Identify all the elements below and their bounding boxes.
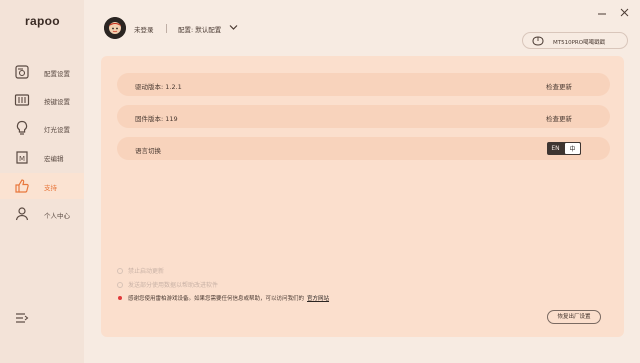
- svg-text:M: M: [19, 155, 25, 163]
- firmware-check-update-link[interactable]: 检查更新: [546, 113, 572, 123]
- minimize-icon[interactable]: [598, 11, 606, 17]
- sidebar-item-label: 支持: [44, 184, 57, 192]
- avatar-image: [104, 17, 126, 39]
- lang-option-en[interactable]: EN: [547, 142, 564, 155]
- sidebar-item-personal-center[interactable]: 个人中心: [0, 201, 84, 227]
- lang-option-zh[interactable]: 中: [564, 142, 581, 155]
- mouse-device-icon: [532, 36, 544, 46]
- sidebar-item-label: 灯光设置: [44, 126, 70, 134]
- disable-autoupdate-label: 禁止启动更新: [128, 268, 165, 275]
- driver-check-update-link[interactable]: 检查更新: [546, 81, 572, 91]
- avatar[interactable]: [104, 17, 126, 39]
- language-toggle[interactable]: EN 中: [547, 142, 581, 155]
- sidebar: rapoo 配置设置 按键设置 灯光设置 M 宏编辑 支持 个人中心: [0, 0, 84, 363]
- macro-edit-icon: M: [16, 151, 28, 164]
- config-selector-label[interactable]: 配置: 默认配置: [178, 24, 221, 34]
- login-status[interactable]: 未登录: [134, 24, 154, 34]
- support-panel: 驱动版本: 1.2.1 检查更新 固件版本: 119 检查更新 语言切换 EN …: [101, 56, 624, 337]
- thumbs-up-icon: [15, 179, 29, 193]
- disable-autoupdate-option[interactable]: 禁止启动更新: [117, 266, 164, 275]
- sidebar-item-key-settings[interactable]: 按键设置: [0, 87, 84, 113]
- driver-version-row: 驱动版本: 1.2.1 检查更新: [117, 73, 610, 96]
- device-selector[interactable]: MT510PRO噶噶戳戳: [522, 32, 628, 49]
- lightbulb-icon: [16, 120, 28, 135]
- sidebar-item-support[interactable]: 支持: [0, 173, 84, 199]
- notice-text: 感谢您使用雷柏游戏设备。如果您需要任何信息或帮助，可以访问我们的: [128, 296, 305, 302]
- sidebar-item-label: 配置设置: [44, 70, 70, 78]
- official-website-link[interactable]: 官方网站: [307, 294, 329, 302]
- collapse-sidebar-icon[interactable]: [15, 312, 29, 324]
- device-name: MT510PRO噶噶戳戳: [553, 40, 606, 46]
- chevron-down-icon[interactable]: [229, 24, 238, 31]
- close-icon[interactable]: [620, 8, 629, 17]
- driver-version: 驱动版本: 1.2.1: [135, 83, 182, 91]
- key-settings-icon: [14, 94, 30, 106]
- firmware-version-row: 固件版本: 119 检查更新: [117, 105, 610, 128]
- factory-reset-button[interactable]: 恢复出厂设置: [547, 310, 601, 324]
- sidebar-item-label: 个人中心: [44, 212, 70, 220]
- brand-logo: rapoo: [25, 14, 60, 28]
- sidebar-item-config-settings[interactable]: 配置设置: [0, 59, 84, 85]
- notice-line: 感谢您使用雷柏游戏设备。如果您需要任何信息或帮助，可以访问我们的 官方网站: [117, 294, 329, 302]
- sidebar-item-label: 宏编辑: [44, 155, 64, 163]
- user-icon: [15, 207, 29, 221]
- sidebar-item-label: 按键设置: [44, 98, 70, 106]
- radio-button[interactable]: [117, 267, 123, 274]
- language-label: 语言切换: [135, 147, 161, 155]
- sidebar-item-light-settings[interactable]: 灯光设置: [0, 115, 84, 141]
- language-row: 语言切换 EN 中: [117, 137, 610, 160]
- config-settings-icon: [15, 65, 29, 79]
- header-divider: [166, 24, 167, 33]
- notice-dot: [118, 296, 122, 300]
- radio-button[interactable]: [117, 281, 123, 288]
- sidebar-item-macro-edit[interactable]: M 宏编辑: [0, 144, 84, 170]
- send-data-option[interactable]: 发送部分使用数据以帮助改进软件: [117, 280, 218, 289]
- send-data-label: 发送部分使用数据以帮助改进软件: [128, 282, 219, 289]
- firmware-version: 固件版本: 119: [135, 115, 178, 123]
